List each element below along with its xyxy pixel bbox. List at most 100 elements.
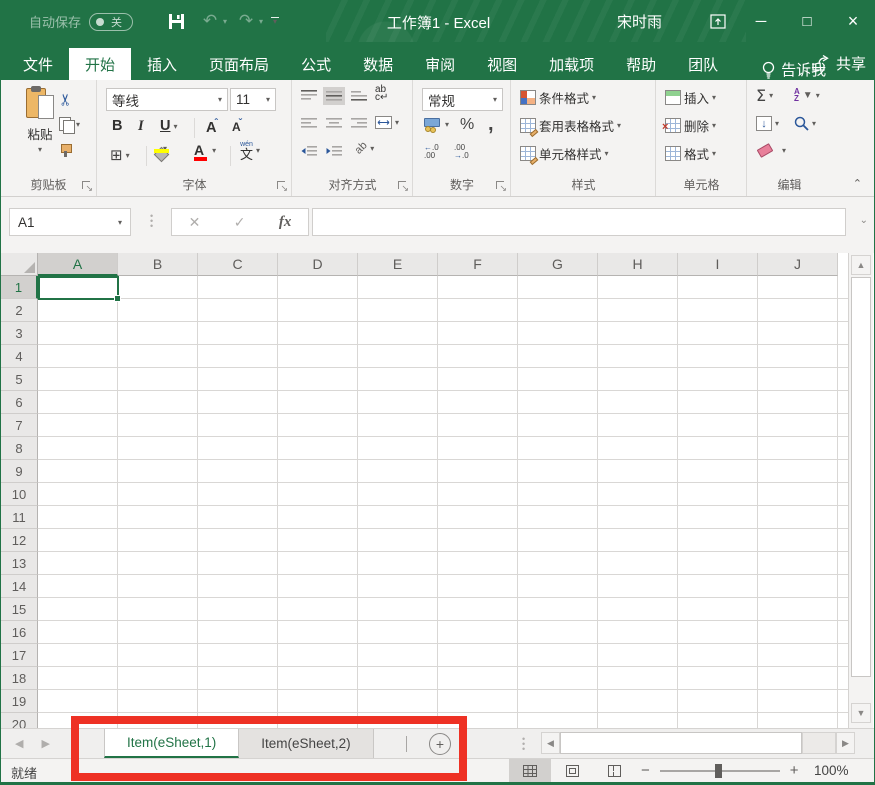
insert-cells-button[interactable]: 插入▾ (665, 88, 716, 107)
ribbon-tab[interactable]: 公式 (285, 48, 347, 80)
format-cells-button[interactable]: 格式▾ (665, 144, 716, 163)
horizontal-scrollbar-track[interactable] (802, 732, 836, 754)
ribbon-tab[interactable]: 插入 (131, 48, 193, 80)
clear-button[interactable]: ▾ (758, 146, 786, 155)
increase-font-button[interactable]: A (206, 118, 218, 136)
row-header[interactable]: 20 (1, 713, 38, 728)
align-center-button[interactable] (326, 118, 342, 130)
align-right-button[interactable] (351, 118, 367, 130)
row-header[interactable]: 13 (1, 552, 38, 575)
column-header[interactable]: C (198, 253, 278, 276)
ribbon-tab[interactable]: 视图 (471, 48, 533, 80)
clipboard-dialog-launcher[interactable] (81, 181, 92, 192)
sort-filter-button[interactable]: AZ ▼▾ (794, 88, 820, 102)
zoom-slider-thumb[interactable] (715, 764, 722, 778)
next-sheet-button[interactable]: ▶ (41, 737, 49, 750)
scroll-up-button[interactable]: ▲ (851, 255, 871, 275)
zoom-out-button[interactable]: − (641, 762, 650, 779)
ribbon-tab[interactable]: 页面布局 (193, 48, 285, 80)
format-painter-button[interactable] (59, 144, 73, 158)
vertical-scrollbar-thumb[interactable] (851, 277, 871, 677)
horizontal-scrollbar[interactable]: ◀ ▶ (541, 732, 856, 754)
column-header[interactable]: E (358, 253, 438, 276)
column-header[interactable]: A (38, 253, 118, 276)
align-left-button[interactable] (301, 118, 317, 130)
confirm-entry-button[interactable]: ✓ (234, 214, 246, 231)
close-button[interactable]: × (830, 0, 875, 42)
row-header[interactable]: 4 (1, 345, 38, 368)
minimize-button[interactable]: ─ (738, 0, 784, 42)
borders-button[interactable]: ⊞▾ (110, 146, 130, 164)
font-name-combo[interactable]: 等线▾ (106, 88, 228, 111)
ribbon-tab[interactable]: 审阅 (409, 48, 471, 80)
underline-button[interactable]: U▾ (160, 118, 178, 134)
row-header[interactable]: 12 (1, 529, 38, 552)
page-break-view-button[interactable] (593, 759, 635, 782)
decrease-font-button[interactable]: A (232, 118, 242, 134)
cancel-entry-button[interactable]: ✕ (189, 214, 201, 231)
row-header[interactable]: 18 (1, 667, 38, 690)
cell-styles-button[interactable]: 单元格样式▾ (520, 144, 609, 163)
number-format-combo[interactable]: 常规▾ (422, 88, 503, 111)
alignment-dialog-launcher[interactable] (397, 181, 408, 192)
conditional-formatting-button[interactable]: 条件格式▾ (520, 88, 596, 107)
selected-cell-a1[interactable] (38, 276, 119, 300)
zoom-in-button[interactable]: + (790, 762, 799, 779)
row-header[interactable]: 5 (1, 368, 38, 391)
row-header[interactable]: 8 (1, 437, 38, 460)
ribbon-tab[interactable]: 团队 (672, 48, 734, 80)
merge-center-button[interactable]: ▾ (375, 116, 399, 129)
format-as-table-button[interactable]: 套用表格格式▾ (520, 116, 621, 135)
column-header[interactable]: H (598, 253, 678, 276)
row-header[interactable]: 7 (1, 414, 38, 437)
formula-input[interactable] (312, 208, 846, 236)
column-header[interactable]: J (758, 253, 838, 276)
orientation-button[interactable]: ab▾ (355, 142, 374, 154)
row-header[interactable]: 11 (1, 506, 38, 529)
sheet-tab-2[interactable]: Item(eSheet,2) (239, 729, 373, 758)
decrease-indent-button[interactable] (301, 146, 317, 158)
bold-button[interactable]: B (112, 118, 122, 134)
ribbon-tab[interactable]: 开始 (69, 48, 131, 80)
maximize-button[interactable]: □ (784, 0, 830, 42)
select-all-button[interactable] (1, 253, 38, 276)
decrease-decimal-button[interactable]: .00→.0 (454, 144, 469, 160)
row-header[interactable]: 16 (1, 621, 38, 644)
user-name[interactable]: 宋时雨 (617, 11, 662, 32)
scroll-down-button[interactable]: ▼ (851, 703, 871, 723)
italic-button[interactable]: I (138, 118, 144, 135)
tabbar-resize-handle[interactable]: ••• (522, 737, 525, 752)
horizontal-scrollbar-thumb[interactable] (560, 732, 802, 754)
cut-button[interactable]: ✂ (59, 90, 72, 109)
autosum-button[interactable]: Σ▾ (756, 86, 773, 105)
column-header[interactable]: I (678, 253, 758, 276)
name-box-dropdown[interactable]: ▾ (118, 218, 122, 227)
font-size-combo[interactable]: 11▾ (230, 88, 276, 111)
tab-file[interactable]: 文件 (7, 48, 69, 80)
ribbon-tab[interactable]: 加载项 (533, 48, 610, 80)
insert-function-button[interactable]: fx (279, 214, 292, 231)
align-top-button[interactable] (301, 90, 317, 102)
zoom-slider[interactable] (660, 770, 780, 772)
row-header[interactable]: 3 (1, 322, 38, 345)
collapse-ribbon-button[interactable]: ⌃ (853, 177, 862, 190)
scroll-right-button[interactable]: ▶ (836, 732, 855, 754)
row-header[interactable]: 6 (1, 391, 38, 414)
expand-formula-bar-button[interactable]: ⌄ (860, 215, 868, 226)
align-bottom-button[interactable] (351, 90, 367, 102)
sheet-tab-1[interactable]: Item(eSheet,1) (104, 729, 239, 758)
copy-button[interactable]: ▾ (59, 117, 80, 132)
comma-style-button[interactable]: , (488, 113, 494, 136)
align-middle-button[interactable] (323, 87, 345, 105)
increase-indent-button[interactable] (326, 146, 342, 158)
cells-area[interactable] (38, 276, 850, 728)
fill-color-button[interactable]: ▾ (154, 144, 167, 153)
row-header[interactable]: 19 (1, 690, 38, 713)
ribbon-tab[interactable]: 帮助 (610, 48, 672, 80)
wrap-text-button[interactable]: abc↵ (375, 86, 388, 102)
new-sheet-button[interactable]: + (429, 733, 451, 755)
row-header[interactable]: 2 (1, 299, 38, 322)
delete-cells-button[interactable]: × 删除▾ (665, 116, 716, 135)
increase-decimal-button[interactable]: ←.0.00 (424, 144, 439, 160)
accounting-format-button[interactable]: ▾ (424, 118, 449, 131)
